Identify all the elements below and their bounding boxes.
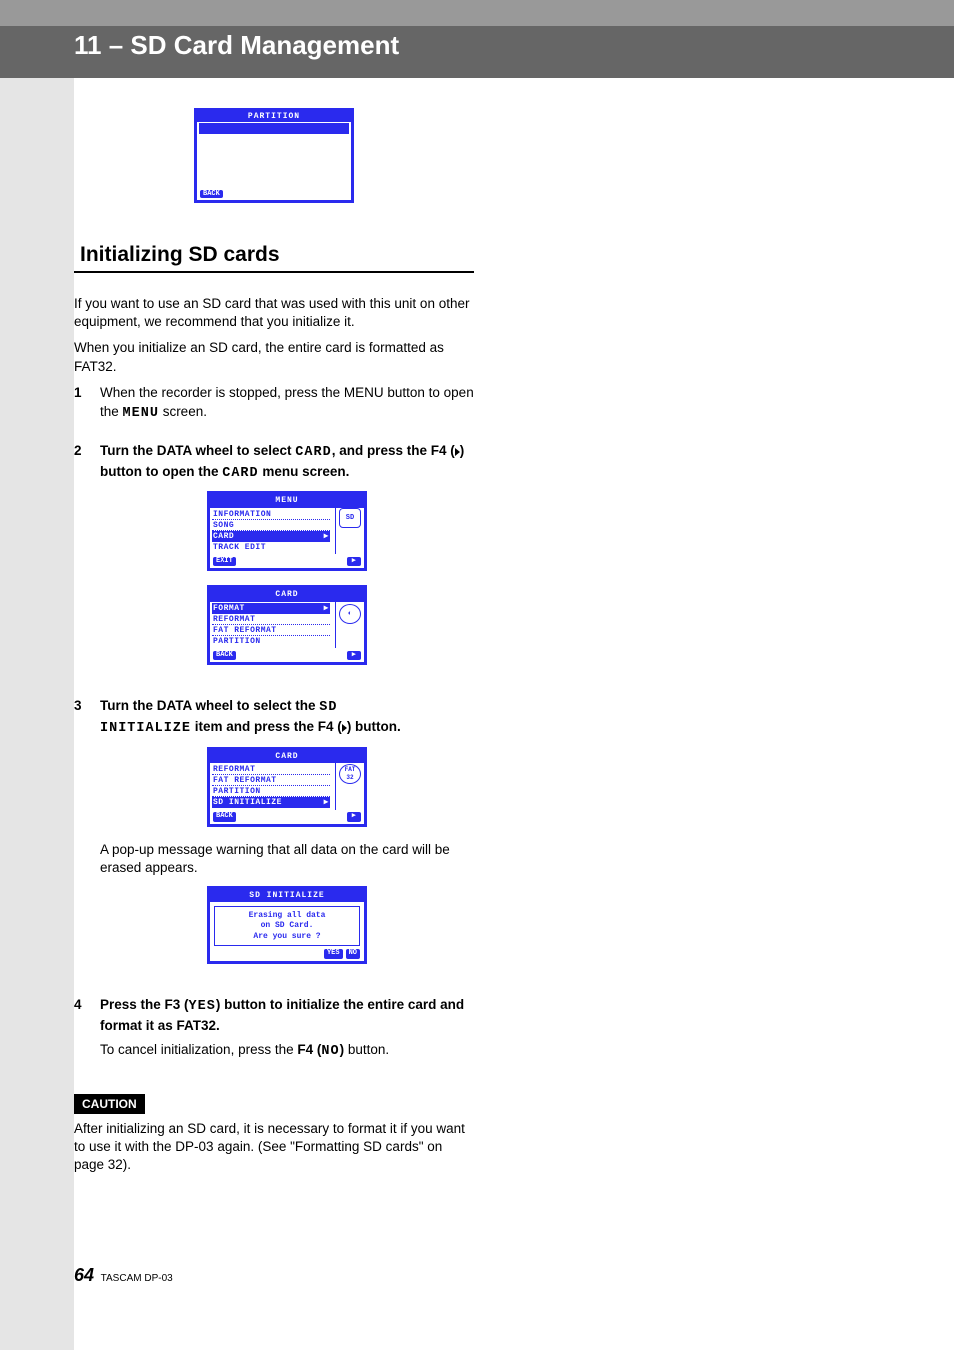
lcd-card-screenshot: CARD FORMAT▶ REFORMAT FAT REFORMAT PARTI… — [207, 585, 367, 665]
lcd-title: PARTITION — [197, 111, 351, 122]
menu-label: MENU — [123, 406, 159, 421]
dialog-message: Erasing all data on SD Card. Are you sur… — [214, 906, 360, 946]
card-label: CARD — [222, 466, 258, 481]
no-label: NO — [321, 1044, 339, 1059]
section-heading: Initializing SD cards — [74, 243, 474, 273]
lcd-row: REFORMAT — [212, 614, 330, 625]
lcd-row: SONG — [212, 520, 330, 531]
cancel-text: To cancel initialization, press the — [100, 1042, 297, 1057]
lcd-partition-screenshot: PARTITION PARTITION01 :908MB * BACK — [194, 108, 354, 203]
product-name: TASCAM DP-03 — [101, 1273, 173, 1284]
disc-icon: ◐ — [339, 604, 361, 624]
step-number: 3 — [74, 697, 86, 977]
step-2: 2 Turn the DATA wheel to select CARD, an… — [74, 442, 474, 680]
intro-paragraph-1: If you want to use an SD card that was u… — [74, 295, 474, 331]
lcd-no-button: NO — [346, 949, 360, 959]
chapter-title: 11 – SD Card Management — [74, 30, 399, 61]
yes-label: YES — [189, 999, 216, 1014]
top-margin — [0, 0, 954, 26]
lcd-row: PARTITION — [212, 786, 330, 797]
step-follow-text: A pop-up message warning that all data o… — [100, 841, 474, 877]
lcd-back-button: BACK — [213, 651, 236, 661]
lcd-row-selected: CARD▶ — [212, 531, 330, 542]
caution-text: After initializing an SD card, it is nec… — [74, 1120, 474, 1175]
lcd-exit-button: EXIT — [213, 557, 236, 567]
caution-label: CAUTION — [74, 1094, 145, 1114]
lcd-title: CARD — [210, 750, 364, 763]
step-body: Press the F3 (YES) button to initialize … — [100, 996, 474, 1070]
step-body: Turn the DATA wheel to select CARD, and … — [100, 442, 474, 680]
lcd-yes-button: YES — [324, 949, 343, 959]
lcd-row: FAT REFORMAT — [212, 775, 330, 786]
initialize-label: INITIALIZE — [100, 721, 191, 736]
step-number: 4 — [74, 996, 86, 1070]
step-3: 3 Turn the DATA wheel to select the SD I… — [74, 697, 474, 977]
lcd-back-button: BACK — [213, 812, 236, 822]
lcd-play-button: ▶ — [347, 651, 361, 661]
lcd-row: REFORMAT — [212, 764, 330, 775]
lcd-row: INFORMATION — [212, 509, 330, 520]
step-4: 4 Press the F3 (YES) button to initializ… — [74, 996, 474, 1070]
steps-list: 1 When the recorder is stopped, press th… — [74, 384, 474, 1070]
lcd-dialog-screenshot: SD INITIALIZE Erasing all data on SD Car… — [207, 886, 367, 964]
step-number: 2 — [74, 442, 86, 680]
lcd-row-partition01: PARTITION01 :908MB — [199, 123, 349, 134]
step-body: When the recorder is stopped, press the … — [100, 384, 474, 424]
lcd-play-button: ▶ — [347, 812, 361, 822]
sd-label: SD — [319, 700, 337, 715]
page-footer: 64 TASCAM DP-03 — [74, 1265, 173, 1286]
lcd-title: MENU — [210, 494, 364, 507]
lcd-title: SD INITIALIZE — [210, 889, 364, 902]
step-1: 1 When the recorder is stopped, press th… — [74, 384, 474, 424]
lcd-row-selected: SD INITIALIZE▶ — [212, 797, 330, 808]
step-number: 1 — [74, 384, 86, 424]
intro-paragraph-2: When you initialize an SD card, the enti… — [74, 339, 474, 375]
lcd-row: FAT REFORMAT — [212, 625, 330, 636]
lcd-menu-screenshot: MENU INFORMATION SONG CARD▶ TRACK EDIT S… — [207, 491, 367, 571]
sd-icon: SD — [339, 508, 361, 528]
lcd-row: PARTITION — [212, 636, 330, 647]
content-column: PARTITION PARTITION01 :908MB * BACK Init… — [74, 100, 474, 1182]
page-number: 64 — [74, 1265, 94, 1285]
lcd-row-selected: FORMAT▶ — [212, 603, 330, 614]
lcd-card-initialize-screenshot: CARD REFORMAT FAT REFORMAT PARTITION SD … — [207, 747, 367, 827]
lcd-star-icon: * — [343, 123, 348, 132]
card-label: CARD — [295, 445, 331, 460]
lcd-title: CARD — [210, 588, 364, 601]
side-margin — [0, 0, 74, 1350]
fat32-icon: FAT32 — [339, 764, 361, 784]
lcd-back-button: BACK — [200, 190, 223, 198]
lcd-play-button: ▶ — [347, 557, 361, 567]
step-body: Turn the DATA wheel to select the SD INI… — [100, 697, 474, 977]
lcd-row: TRACK EDIT — [212, 542, 330, 553]
